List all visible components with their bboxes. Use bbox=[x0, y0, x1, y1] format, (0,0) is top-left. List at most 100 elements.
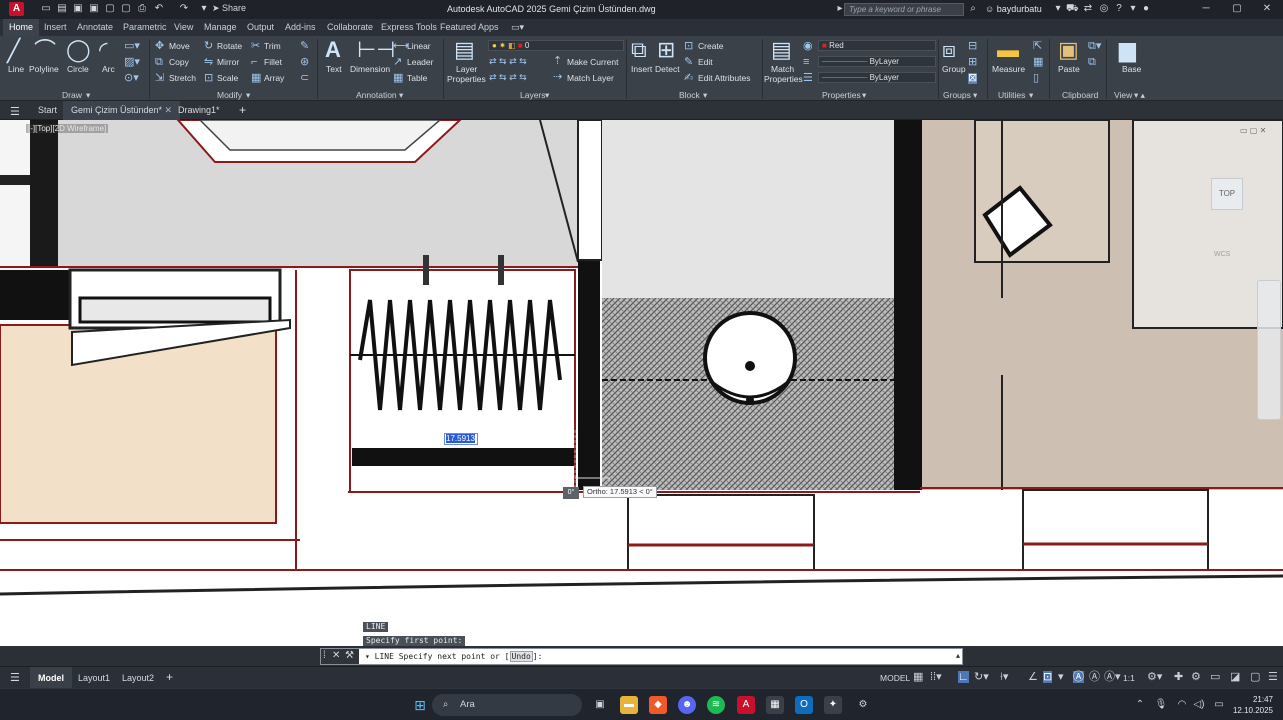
paste-icon[interactable]: ▣ bbox=[1058, 39, 1079, 61]
save-icon[interactable]: ▣ bbox=[72, 3, 84, 15]
volume-icon[interactable]: ◁) bbox=[1190, 696, 1208, 714]
system-tray-expand-icon[interactable]: ⌃ bbox=[1131, 696, 1149, 714]
group-selection-icon[interactable]: ⊠ bbox=[968, 73, 978, 84]
help-search-input[interactable]: Type a keyword or phrase bbox=[844, 3, 964, 16]
units-icon[interactable]: ⚙ bbox=[1191, 671, 1201, 683]
layers-panel-dropdown-icon[interactable]: ▾ bbox=[545, 90, 549, 101]
brave-browser-icon[interactable]: ◆ bbox=[649, 696, 667, 714]
layer-properties-icon[interactable]: ▤ bbox=[454, 39, 475, 61]
tab-close-icon[interactable]: ✕ bbox=[165, 105, 173, 115]
make-current-button[interactable]: Make Current bbox=[567, 57, 619, 67]
hatch-icon[interactable]: ▨▾ bbox=[124, 57, 140, 68]
plot-icon[interactable]: ⎙ bbox=[136, 3, 148, 15]
windows-start-icon[interactable]: ⊞ bbox=[411, 696, 429, 714]
model-space-toggle[interactable]: MODEL bbox=[880, 673, 910, 683]
scale-button[interactable]: Scale bbox=[217, 73, 238, 83]
minimize-icon[interactable]: ─ bbox=[1199, 2, 1213, 16]
isolate-objects-icon[interactable]: ◪ bbox=[1230, 671, 1240, 683]
open-file-icon[interactable]: ▤ bbox=[56, 3, 68, 15]
open-web-icon[interactable]: ▢ bbox=[104, 3, 116, 15]
layer-tool-icons-row2[interactable]: ⇄ ⇆ ⇄ ⇆ bbox=[489, 72, 527, 83]
group-button[interactable]: Group bbox=[942, 64, 966, 74]
autocad-logo-icon[interactable]: A bbox=[9, 2, 24, 16]
tab-featured-apps[interactable]: Featured Apps bbox=[440, 22, 499, 32]
new-file-icon[interactable]: ▭ bbox=[40, 3, 52, 15]
ungroup-icon[interactable]: ⊟ bbox=[968, 41, 977, 52]
spotify-icon[interactable]: ≋ bbox=[707, 696, 725, 714]
help-dropdown-icon[interactable]: ▾ bbox=[1127, 3, 1139, 15]
user-account[interactable]: ☺ baydurbatu bbox=[985, 4, 1042, 14]
microsoft-store-icon[interactable]: ▦ bbox=[766, 696, 784, 714]
group-icon[interactable]: ⧈ bbox=[942, 39, 956, 61]
task-view-icon[interactable]: ▣ bbox=[591, 696, 609, 714]
view-panel-dropdown-icon[interactable]: ▾ ▴ bbox=[1134, 90, 1145, 101]
ortho-mode-icon[interactable]: ∟ bbox=[958, 671, 969, 683]
tab-parametric[interactable]: Parametric bbox=[123, 22, 167, 32]
autodesk-account-icon[interactable]: ◎ bbox=[1098, 3, 1110, 15]
match-properties-button-line1[interactable]: Match bbox=[771, 64, 794, 74]
arc-button[interactable]: Arc bbox=[102, 64, 115, 74]
save-web-icon[interactable]: ▢ bbox=[120, 3, 132, 15]
app-icon[interactable]: ✦ bbox=[824, 696, 842, 714]
insert-block-icon[interactable]: ⧉ bbox=[631, 39, 647, 61]
quick-properties-icon[interactable]: ▭ bbox=[1210, 671, 1220, 683]
command-close-icon[interactable]: ✕ bbox=[332, 650, 340, 661]
layout2-tab[interactable]: Layout2 bbox=[122, 673, 154, 683]
tab-home[interactable]: Home bbox=[3, 19, 40, 36]
viewport-controls-label[interactable]: [-][Top][2D Wireframe] bbox=[26, 124, 109, 133]
polyline-button[interactable]: Polyline bbox=[29, 64, 59, 74]
tab-annotate[interactable]: Annotate bbox=[77, 22, 113, 32]
file-tab-active[interactable]: Gemi Çizim Üstünden* ✕ bbox=[63, 101, 181, 120]
fullscreen-icon[interactable]: ▢ bbox=[1250, 671, 1260, 683]
ribbon-minimize-icon[interactable]: ▭▾ bbox=[511, 22, 524, 33]
polyline-tool-icon[interactable]: ⌒ bbox=[34, 40, 56, 62]
autodesk-app-icon[interactable]: ⇄ bbox=[1082, 3, 1094, 15]
add-layout-plus-icon[interactable]: + bbox=[166, 670, 173, 684]
text-tool-icon[interactable]: A bbox=[325, 39, 341, 61]
move-button[interactable]: Move bbox=[169, 41, 190, 51]
id-point-icon[interactable]: ▯ bbox=[1033, 73, 1039, 84]
isometric-icon[interactable]: ⟊▾ bbox=[1000, 671, 1008, 683]
layer-dropdown[interactable]: ● ✷ ◧ ■ 0 bbox=[488, 40, 624, 51]
rectangle-icon[interactable]: ▭▾ bbox=[124, 41, 140, 52]
account-dropdown-icon[interactable]: ▾ bbox=[1052, 3, 1064, 15]
linetype-dropdown[interactable]: ──────── ByLayer bbox=[818, 56, 936, 67]
cart-icon[interactable]: ⛟ bbox=[1066, 3, 1079, 15]
save-as-icon[interactable]: ▣ bbox=[88, 3, 100, 15]
file-tab-drawing1[interactable]: Drawing1* bbox=[178, 105, 220, 115]
object-snap-dropdown-icon[interactable]: ▾ bbox=[1058, 671, 1064, 683]
group-edit-icon[interactable]: ⊞ bbox=[968, 57, 977, 68]
layers-panel-title[interactable]: Layers bbox=[520, 90, 546, 100]
customization-menu-icon[interactable]: ☰ bbox=[1268, 671, 1278, 683]
annotation-visibility-icon[interactable]: Ⓐ bbox=[1073, 671, 1084, 683]
utilities-panel-title[interactable]: Utilities bbox=[998, 90, 1025, 100]
layer-tool-icons-row1[interactable]: ⇄ ⇆ ⇄ ⇆ bbox=[489, 56, 527, 67]
autoscale-icon[interactable]: Ⓐ bbox=[1089, 671, 1100, 683]
object-snap-tracking-icon[interactable]: ∠ bbox=[1028, 671, 1038, 683]
line-button[interactable]: Line bbox=[8, 64, 24, 74]
tab-view[interactable]: View bbox=[174, 22, 193, 32]
grid-icon[interactable]: ▦ bbox=[913, 671, 923, 683]
microphone-icon[interactable]: 🎙 bbox=[1152, 696, 1170, 714]
leader-button[interactable]: Leader bbox=[407, 57, 433, 67]
settings-icon[interactable]: ⚙ bbox=[854, 696, 872, 714]
fillet-button[interactable]: Fillet bbox=[264, 57, 282, 67]
offset-icon[interactable]: ⊂ bbox=[300, 73, 309, 84]
command-line[interactable]: ⁞ ✕ ⚒ ▾ LINE Specify next point or [Undo… bbox=[320, 648, 963, 665]
polar-tracking-icon[interactable]: ↻▾ bbox=[974, 671, 989, 683]
insert-button[interactable]: Insert bbox=[631, 64, 652, 74]
base-button[interactable]: Base bbox=[1122, 64, 1141, 74]
measure-button[interactable]: Measure bbox=[992, 64, 1025, 74]
modify-panel-dropdown-icon[interactable]: ▾ bbox=[246, 90, 250, 101]
create-button[interactable]: Create bbox=[698, 41, 724, 51]
tab-add-ins[interactable]: Add-ins bbox=[285, 22, 316, 32]
redo-icon[interactable]: ↷ bbox=[178, 3, 190, 15]
base-view-icon[interactable]: ▆ bbox=[1119, 39, 1136, 61]
tab-output[interactable]: Output bbox=[247, 22, 274, 32]
match-properties-button-line2[interactable]: Properties bbox=[764, 74, 803, 84]
annotation-scale-value[interactable]: 1:1 bbox=[1123, 673, 1135, 683]
layer-properties-button-line2[interactable]: Properties bbox=[447, 74, 486, 84]
quick-access-dropdown-icon[interactable]: ▾ bbox=[198, 3, 210, 15]
dimension-tool-icon[interactable]: ⊢⊣ bbox=[357, 39, 395, 61]
calculator-icon[interactable]: ▦ bbox=[1033, 57, 1043, 68]
